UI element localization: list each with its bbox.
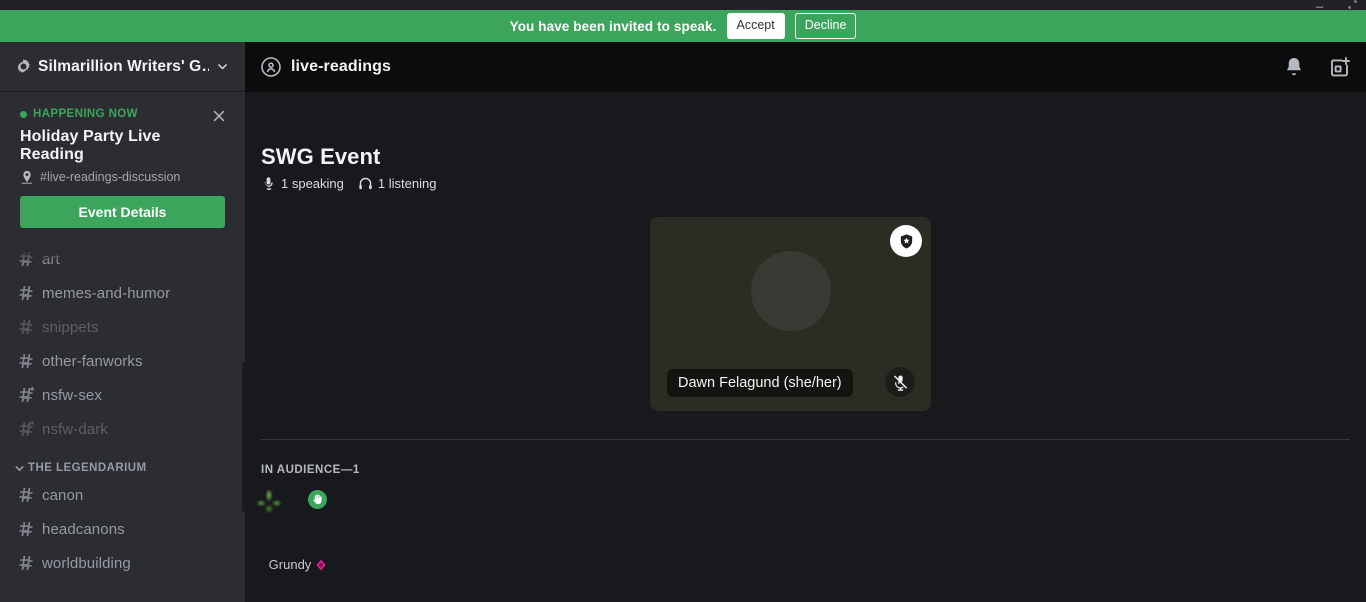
audience-member-name-row: Grundy <box>269 557 328 572</box>
channel-item-memes-and-humor[interactable]: memes-and-humor <box>8 276 237 310</box>
channel-scroll-area[interactable]: art memes-and-humor snippets other-fanwo… <box>0 242 245 602</box>
channel-item-art[interactable]: art <box>8 242 237 276</box>
headphones-icon <box>358 176 373 191</box>
close-icon[interactable] <box>211 108 227 124</box>
hash-icon <box>16 249 36 269</box>
channel-name: headcanons <box>42 520 125 538</box>
muted-microphone-icon <box>885 367 915 397</box>
happening-now-card: HAPPENING NOW Holiday Party Live Reading… <box>10 100 235 240</box>
section-divider <box>261 439 1350 440</box>
minimize-icon[interactable] <box>1314 1 1325 10</box>
bell-icon[interactable] <box>1282 55 1306 79</box>
hash-icon <box>16 519 36 539</box>
moderator-shield-icon <box>890 225 922 257</box>
speaker-card[interactable]: Dawn Felagund (she/her) <box>650 217 931 411</box>
speaking-count-text: 1 speaking <box>281 176 344 191</box>
channel-item-nsfw-dark[interactable]: nsfw-dark <box>8 412 237 446</box>
audience-member-name: Grundy <box>268 557 312 572</box>
add-event-icon[interactable] <box>1328 55 1352 79</box>
happening-now-text: HAPPENING NOW <box>33 108 138 120</box>
hash-icon <box>16 283 36 303</box>
audience-list: Grundy <box>256 488 1366 572</box>
channel-header: live-readings <box>245 42 1366 92</box>
discord-stage-window: You have been invited to speak. Accept D… <box>0 0 1366 602</box>
raised-hand-icon <box>306 488 329 511</box>
channel-item-other-fanworks[interactable]: other-fanworks <box>8 344 237 378</box>
event-location-row: #live-readings-discussion <box>20 170 225 184</box>
chevron-down-icon <box>14 463 25 474</box>
location-pin-icon <box>20 170 34 184</box>
main-content: live-readings SWG Event 1 speaking 1 lis… <box>245 42 1366 602</box>
chevron-down-icon[interactable] <box>216 60 229 73</box>
stage-event-meta: 1 speaking 1 listening <box>245 176 1366 191</box>
stage-event-title: SWG Event <box>261 144 381 169</box>
server-name: Silmarillion Writers' G… <box>38 57 209 75</box>
audience-avatar-wrap <box>256 488 329 548</box>
speaker-avatar <box>750 251 831 331</box>
channel-item-canon[interactable]: canon <box>8 478 237 512</box>
decline-invite-button[interactable]: Decline <box>794 13 857 39</box>
hash-nsfw-icon <box>16 419 36 439</box>
hash-icon <box>16 351 36 371</box>
channel-item-snippets[interactable]: snippets <box>8 310 237 344</box>
channel-name: nsfw-sex <box>42 386 102 404</box>
channel-list: art memes-and-humor snippets other-fanwo… <box>0 242 245 580</box>
maximize-icon[interactable] <box>1347 0 1358 10</box>
channel-name: worldbuilding <box>42 554 131 572</box>
microphone-icon <box>261 176 276 191</box>
speakers-grid: Dawn Felagund (she/her) <box>245 217 1366 411</box>
live-dot-icon <box>20 110 27 118</box>
gem-emoji-icon <box>315 559 327 571</box>
speaking-count-item: 1 speaking <box>261 176 344 191</box>
hash-icon <box>16 553 36 573</box>
channel-name: memes-and-humor <box>42 284 171 302</box>
hash-icon <box>16 317 36 337</box>
speaker-name: Dawn Felagund (she/her) <box>667 369 853 397</box>
audience-label: IN AUDIENCE—1 <box>261 464 360 476</box>
channel-title: live-readings <box>291 58 392 75</box>
channel-name: other-fanworks <box>42 352 143 370</box>
category-the-legendarium[interactable]: THE LEGENDARIUM <box>8 446 237 478</box>
server-header-dropdown[interactable]: Silmarillion Writers' G… <box>0 42 245 92</box>
event-name: Holiday Party Live Reading <box>20 128 161 163</box>
category-label: THE LEGENDARIUM <box>28 462 147 474</box>
header-actions <box>1282 55 1352 79</box>
hash-icon <box>16 485 36 505</box>
channel-name: canon <box>42 486 84 504</box>
channel-name: nsfw-dark <box>42 420 108 438</box>
stage-body: SWG Event 1 speaking 1 listening Dawn Fe… <box>245 92 1366 572</box>
happening-now-label: HAPPENING NOW <box>20 108 138 120</box>
channel-name: art <box>42 250 60 268</box>
gear-icon <box>16 59 31 74</box>
channel-item-nsfw-sex[interactable]: nsfw-sex <box>8 378 237 412</box>
channel-sidebar: Silmarillion Writers' G… HAPPENING NOW H… <box>0 42 245 602</box>
channel-item-worldbuilding[interactable]: worldbuilding <box>8 546 237 580</box>
audience-member[interactable]: Grundy <box>256 488 335 572</box>
stage-channel-icon <box>259 55 283 79</box>
invite-to-speak-banner: You have been invited to speak. Accept D… <box>0 10 1366 42</box>
invite-message: You have been invited to speak. <box>509 18 717 34</box>
channel-name: snippets <box>42 318 99 336</box>
accept-invite-button[interactable]: Accept <box>726 13 785 39</box>
channel-item-headcanons[interactable]: headcanons <box>8 512 237 546</box>
event-location-text: #live-readings-discussion <box>40 170 181 184</box>
hash-nsfw-icon <box>16 385 36 405</box>
listening-count-text: 1 listening <box>377 176 437 191</box>
window-titlebar <box>0 0 1366 10</box>
event-details-button[interactable]: Event Details <box>20 196 225 228</box>
listening-count-item: 1 listening <box>358 176 437 191</box>
